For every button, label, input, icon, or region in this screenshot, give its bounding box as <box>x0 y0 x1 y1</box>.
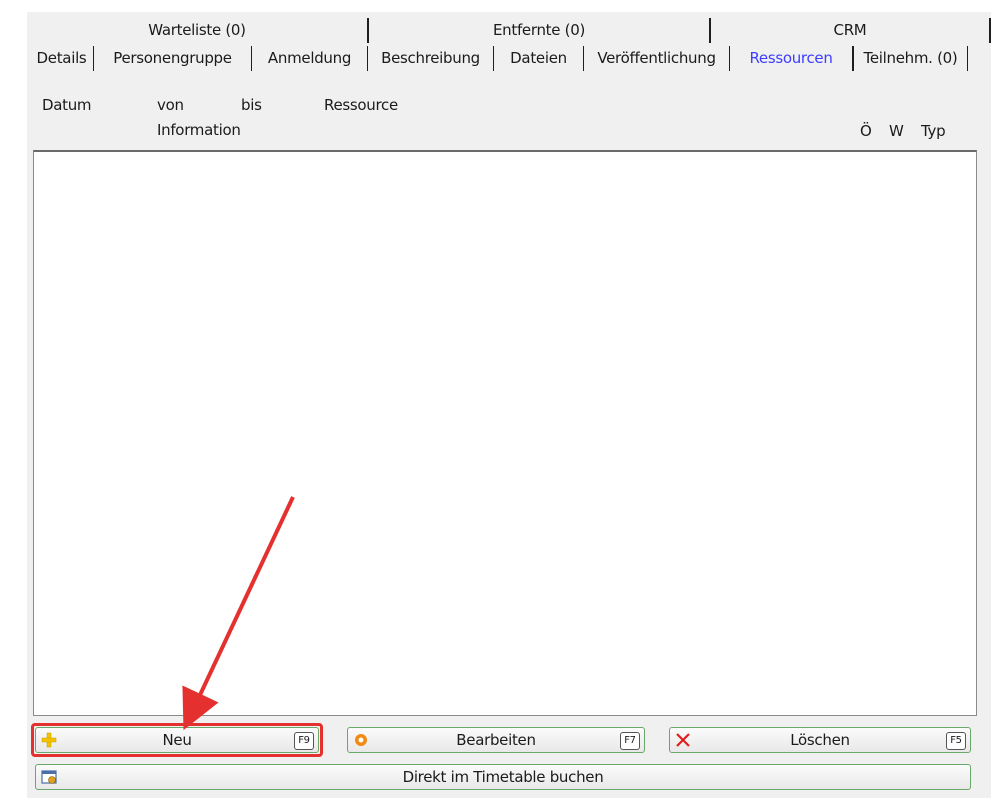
annotation-arrow <box>182 496 295 731</box>
